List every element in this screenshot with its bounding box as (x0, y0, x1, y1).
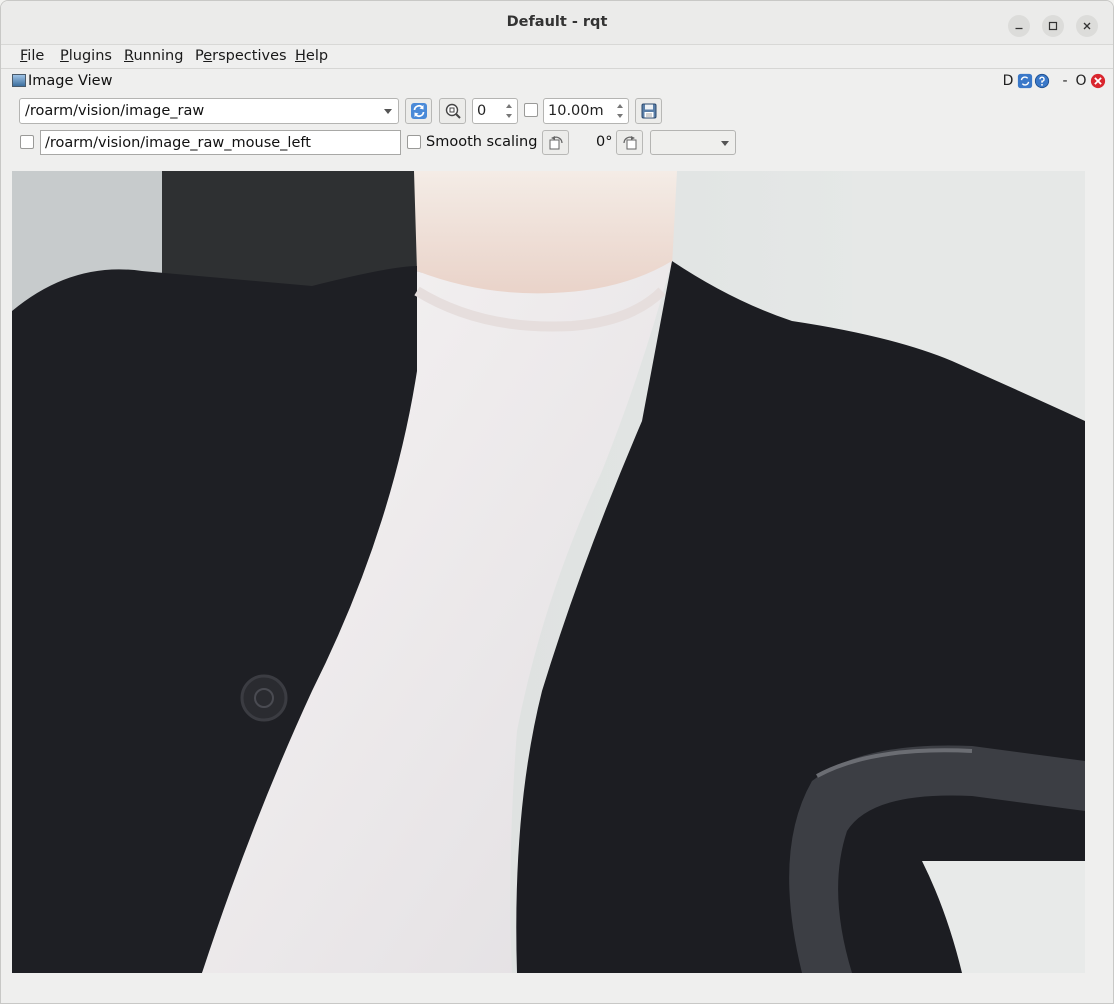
mouse-topic-value: /roarm/vision/image_raw_mouse_left (45, 134, 311, 151)
smooth-scaling-checkbox[interactable] (407, 135, 421, 149)
float-plugin-button[interactable]: O (1074, 72, 1088, 90)
topic-combobox[interactable]: /roarm/vision/image_raw (19, 98, 399, 124)
chevron-down-icon (617, 114, 623, 118)
minimize-button[interactable] (1008, 15, 1030, 37)
topic-value: /roarm/vision/image_raw (25, 103, 205, 119)
camera-image-view[interactable] (12, 171, 1085, 973)
menu-help-accel: H (295, 48, 306, 64)
menu-plugins[interactable]: Plugins (60, 48, 112, 64)
status-area (1, 973, 1113, 1003)
spin-value: 0 (477, 103, 487, 119)
refresh-topics-button[interactable] (405, 98, 432, 124)
chevron-up-icon (506, 104, 512, 108)
help-button[interactable] (1033, 72, 1050, 90)
reload-icon (1017, 73, 1033, 89)
menu-help-label: elp (305, 48, 329, 64)
dynamic-range-checkbox[interactable] (524, 103, 538, 117)
save-image-button[interactable] (635, 98, 662, 124)
max-range-arrows[interactable] (614, 101, 626, 121)
menu-running[interactable]: Running (124, 48, 183, 64)
rotate-right-button[interactable] (616, 130, 643, 155)
close-icon (1083, 22, 1091, 30)
save-image-icon (641, 103, 656, 119)
colormap-combobox[interactable] (650, 130, 736, 155)
zoom-fit-button[interactable] (439, 98, 466, 124)
max-range-spinbox[interactable]: 10.00m (543, 98, 629, 124)
minimize-plugin-button[interactable]: - (1060, 72, 1070, 90)
menu-plugins-label: lugins (68, 48, 112, 64)
rotate-right-icon (622, 135, 636, 149)
minimize-icon (1015, 27, 1023, 30)
mouse-topic-input[interactable]: /roarm/vision/image_raw_mouse_left (40, 130, 401, 155)
close-icon (1090, 73, 1105, 89)
menu-perspectives-accel: e (203, 48, 213, 64)
smooth-scaling-label: Smooth scaling (426, 134, 538, 150)
zoom-fit-icon (445, 103, 461, 119)
plugin-header: Image View D - O (1, 70, 1113, 94)
reload-plugin-button[interactable] (1016, 72, 1034, 90)
menu-perspectives-label: rspectives (212, 48, 287, 64)
menu-perspectives-pre: P (195, 48, 204, 64)
close-plugin-button[interactable] (1089, 72, 1106, 90)
help-icon (1034, 73, 1049, 89)
rotate-left-icon (549, 135, 563, 149)
refresh-icon (410, 103, 427, 119)
chevron-up-icon (617, 104, 623, 108)
close-window-button[interactable] (1076, 15, 1098, 37)
maximize-button[interactable] (1042, 15, 1064, 37)
menu-plugins-accel: P (60, 48, 69, 64)
dock-label: D (1002, 73, 1014, 89)
camera-image (12, 171, 1085, 973)
minimize-plugin-label: - (1062, 73, 1068, 89)
menu-perspectives[interactable]: Perspectives (195, 48, 287, 64)
chevron-down-icon (384, 109, 392, 114)
menu-file[interactable]: File (20, 48, 44, 64)
window-title: Default - rqt (506, 14, 608, 30)
chevron-down-icon (721, 140, 729, 146)
rotation-label: 0° (596, 134, 613, 150)
rotate-left-button[interactable] (542, 130, 569, 155)
num-gridlines-spinbox[interactable]: 0 (472, 98, 518, 124)
chevron-down-icon (506, 114, 512, 118)
plugin-title: Image View (28, 73, 113, 89)
dock-button[interactable]: D (1001, 72, 1015, 90)
menu-bar: File Plugins Running Perspectives Help (1, 45, 1113, 69)
publish-click-checkbox[interactable] (20, 135, 34, 149)
menu-file-label: ile (27, 48, 45, 64)
rqt-window: Default - rqt File Plugins Running Persp… (0, 0, 1114, 1004)
title-bar[interactable]: Default - rqt (1, 1, 1113, 45)
float-plugin-label: O (1075, 73, 1087, 89)
image-view-plugin-icon (12, 74, 26, 87)
maximize-icon (1048, 21, 1058, 31)
spin-arrows[interactable] (503, 101, 515, 121)
menu-running-label: unning (133, 48, 184, 64)
max-range-value: 10.00m (548, 103, 604, 119)
menu-help[interactable]: Help (295, 48, 328, 64)
